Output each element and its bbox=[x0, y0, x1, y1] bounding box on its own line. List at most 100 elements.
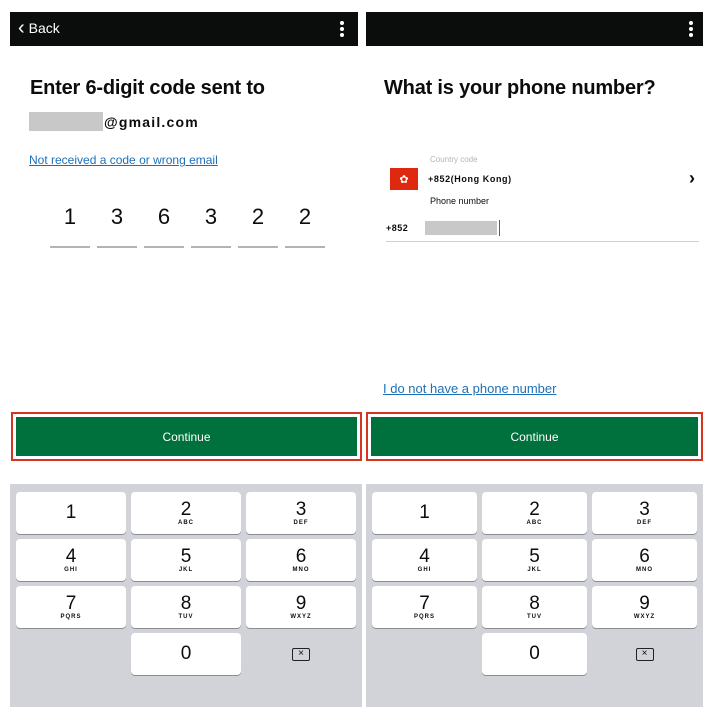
key-number: 7 bbox=[419, 592, 430, 614]
keypad-key[interactable]: 0 bbox=[131, 633, 241, 675]
keypad-key[interactable]: 6 MNO bbox=[246, 539, 356, 581]
chevron-left-icon: ‹ bbox=[18, 17, 25, 39]
key-number: 0 bbox=[180, 643, 192, 664]
no-phone-number-link[interactable]: I do not have a phone number bbox=[383, 381, 556, 396]
page-title: Enter 6-digit code sent to bbox=[30, 77, 265, 99]
page-title: What is your phone number? bbox=[384, 77, 656, 99]
keypad-row: 7 PQRS 8 TUV 9 WXYZ bbox=[16, 586, 356, 628]
country-code-select[interactable]: ✿ +852(Hong Kong) › bbox=[390, 168, 695, 190]
continue-button[interactable]: Continue bbox=[366, 412, 703, 461]
key-letters: GHI bbox=[64, 566, 78, 573]
redacted-phone-number bbox=[425, 220, 497, 235]
key-number: 1 bbox=[65, 502, 77, 523]
continue-label: Continue bbox=[16, 417, 357, 456]
key-letters: ABC bbox=[526, 519, 543, 526]
key-number: 8 bbox=[529, 592, 540, 614]
delete-key[interactable]: × bbox=[592, 633, 697, 675]
backspace-icon: × bbox=[635, 647, 654, 661]
key-letters: MNO bbox=[292, 566, 310, 573]
code-input[interactable]: 1 3 6 3 2 2 bbox=[50, 204, 325, 248]
keypad-key[interactable]: 1 bbox=[372, 492, 477, 534]
key-number: 7 bbox=[65, 592, 77, 614]
country-code-label: Country code bbox=[430, 155, 478, 164]
top-bar bbox=[366, 12, 703, 46]
code-digit[interactable]: 1 bbox=[50, 204, 90, 248]
key-number: 4 bbox=[419, 545, 430, 567]
keypad-key[interactable]: 7 PQRS bbox=[16, 586, 126, 628]
keypad-blank bbox=[16, 633, 126, 675]
hong-kong-flag-icon: ✿ bbox=[390, 168, 418, 190]
key-number: 3 bbox=[639, 498, 650, 520]
key-letters: MNO bbox=[636, 566, 653, 573]
key-number: 5 bbox=[180, 545, 192, 567]
keypad-key[interactable]: 2 ABC bbox=[482, 492, 587, 534]
continue-button[interactable]: Continue bbox=[11, 412, 362, 461]
key-letters: GHI bbox=[417, 566, 432, 573]
keypad-key[interactable]: 2 ABC bbox=[131, 492, 241, 534]
keypad-key[interactable]: 6 MNO bbox=[592, 539, 697, 581]
key-letters: TUV bbox=[527, 613, 542, 620]
back-label: Back bbox=[28, 20, 60, 36]
phone-number-input[interactable]: +852 bbox=[386, 214, 699, 242]
keypad-key[interactable]: 0 bbox=[482, 633, 587, 675]
key-number: 9 bbox=[639, 592, 650, 614]
top-bar: ‹ Back bbox=[10, 12, 358, 46]
keypad-row: 0 × bbox=[16, 633, 356, 675]
key-number: 1 bbox=[419, 502, 430, 523]
chevron-right-icon: › bbox=[689, 168, 695, 188]
key-number: 4 bbox=[65, 545, 77, 567]
phone-prefix: +852 bbox=[386, 222, 409, 233]
key-letters: DEF bbox=[637, 519, 652, 526]
phone-number-label: Phone number bbox=[430, 196, 490, 206]
numeric-keypad: 1 2 ABC 3 DEF 4 GHI 5 JKL 6 MNO 7 PQRS 8 TUV 9 WXYZ 0 × bbox=[10, 484, 362, 707]
key-letters: ABC bbox=[178, 519, 194, 526]
key-number: 6 bbox=[295, 545, 307, 567]
key-letters: WXYZ bbox=[633, 613, 656, 620]
code-digit[interactable]: 2 bbox=[238, 204, 278, 248]
keypad-key[interactable]: 5 JKL bbox=[482, 539, 587, 581]
resend-code-link[interactable]: Not received a code or wrong email bbox=[29, 153, 218, 167]
key-letters: JKL bbox=[527, 566, 542, 573]
key-letters: WXYZ bbox=[290, 613, 312, 620]
keypad-row: 7 PQRS 8 TUV 9 WXYZ bbox=[372, 586, 697, 628]
key-letters: JKL bbox=[178, 566, 194, 573]
key-number: 0 bbox=[529, 643, 540, 664]
redacted-email-user bbox=[29, 112, 103, 131]
keypad-key[interactable]: 8 TUV bbox=[482, 586, 587, 628]
keypad-key[interactable]: 1 bbox=[16, 492, 126, 534]
keypad-key[interactable]: 4 GHI bbox=[16, 539, 126, 581]
code-digit[interactable]: 2 bbox=[285, 204, 325, 248]
keypad-row: 4 GHI 5 JKL 6 MNO bbox=[372, 539, 697, 581]
country-code-value: +852(Hong Kong) bbox=[428, 174, 512, 184]
text-cursor bbox=[499, 219, 500, 236]
key-number: 2 bbox=[180, 498, 192, 520]
code-digit[interactable]: 6 bbox=[144, 204, 184, 248]
keypad-key[interactable]: 4 GHI bbox=[372, 539, 477, 581]
keypad-key[interactable]: 5 JKL bbox=[131, 539, 241, 581]
keypad-row: 1 2 ABC 3 DEF bbox=[16, 492, 356, 534]
code-digit[interactable]: 3 bbox=[97, 204, 137, 248]
code-digit[interactable]: 3 bbox=[191, 204, 231, 248]
back-button[interactable]: ‹ Back bbox=[18, 17, 60, 39]
more-options-icon[interactable] bbox=[340, 21, 344, 37]
key-letters: DEF bbox=[293, 519, 309, 526]
key-number: 5 bbox=[529, 545, 540, 567]
keypad-blank bbox=[372, 633, 477, 675]
key-number: 9 bbox=[295, 592, 307, 614]
delete-key[interactable]: × bbox=[246, 633, 356, 675]
key-number: 2 bbox=[529, 498, 540, 520]
more-options-icon[interactable] bbox=[689, 21, 693, 37]
key-number: 8 bbox=[180, 592, 192, 614]
keypad-key[interactable]: 9 WXYZ bbox=[246, 586, 356, 628]
backspace-icon: × bbox=[292, 647, 310, 661]
keypad-key[interactable]: 7 PQRS bbox=[372, 586, 477, 628]
key-number: 6 bbox=[639, 545, 650, 567]
keypad-key[interactable]: 8 TUV bbox=[131, 586, 241, 628]
keypad-key[interactable]: 3 DEF bbox=[592, 492, 697, 534]
keypad-key[interactable]: 3 DEF bbox=[246, 492, 356, 534]
keypad-key[interactable]: 9 WXYZ bbox=[592, 586, 697, 628]
email-domain: @gmail.com bbox=[104, 113, 199, 130]
email-address: @gmail.com bbox=[29, 112, 199, 131]
key-letters: PQRS bbox=[60, 613, 82, 620]
numeric-keypad: 1 2 ABC 3 DEF 4 GHI 5 JKL 6 MNO 7 PQRS 8 TUV 9 WXYZ 0 × bbox=[366, 484, 703, 707]
